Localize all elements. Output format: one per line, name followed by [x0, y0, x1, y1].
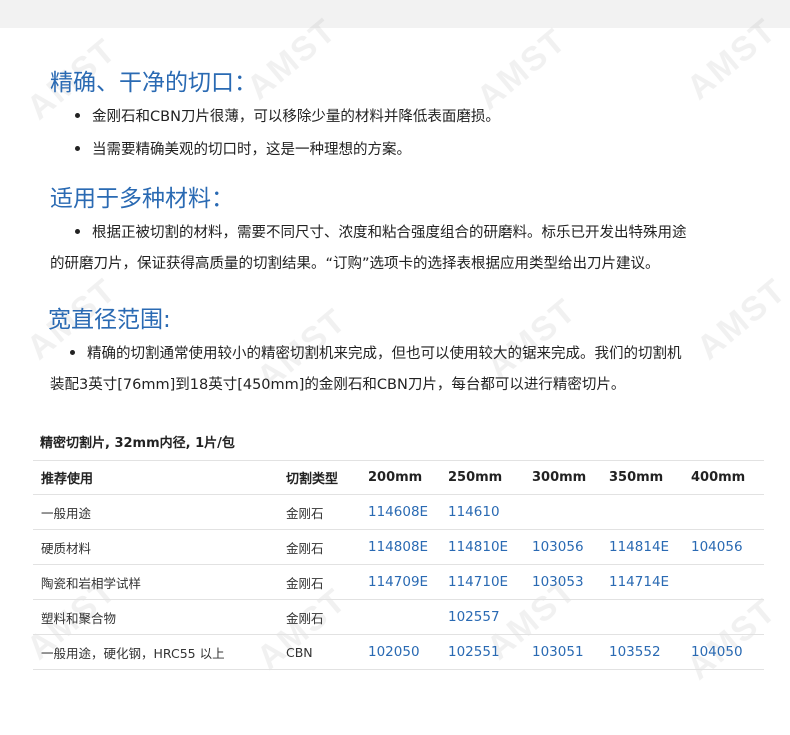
paragraph-line: 的研磨刀片，保证获得高质量的切割结果。“订购”选项卡的选择表根据应用类型给出刀片…: [50, 256, 660, 272]
column-header: 推荐使用: [33, 460, 278, 495]
top-bar: [0, 0, 790, 28]
part-number-link[interactable]: 103056: [524, 529, 601, 565]
part-number-link[interactable]: 114814E: [601, 529, 683, 565]
usage-cell: 硬质材料: [33, 529, 278, 565]
part-number-link[interactable]: 102050: [360, 634, 440, 670]
part-number-link[interactable]: [683, 564, 764, 600]
part-number-link[interactable]: 114810E: [440, 529, 524, 565]
bullet-icon: [75, 145, 80, 151]
table-row: 陶瓷和岩相学试样 金刚石 114709E 114710E 103053 1147…: [33, 564, 764, 600]
paragraph-line: 根据正被切割的材料，需要不同尺寸、浓度和粘合强度组合的研磨料。标乐已开发出特殊用…: [92, 225, 687, 241]
column-header: 切割类型: [278, 460, 360, 495]
part-number-link[interactable]: 114608E: [360, 494, 440, 530]
part-number-link[interactable]: 102551: [440, 634, 524, 670]
section-paragraph: 根据正被切割的材料，需要不同尺寸、浓度和粘合强度组合的研磨料。标乐已开发出特殊用…: [50, 218, 790, 280]
bullet-icon: [70, 349, 75, 355]
cut-type-cell: CBN: [278, 634, 360, 670]
part-number-link[interactable]: 114808E: [360, 529, 440, 565]
part-number-link[interactable]: 114710E: [440, 564, 524, 600]
table-row: 硬质材料 金刚石 114808E 114810E 103056 114814E …: [33, 529, 764, 565]
part-number-link[interactable]: [683, 599, 764, 635]
bullet-item: 当需要精确美观的切口时，这是一种理想的方案。: [75, 135, 790, 166]
part-number-link[interactable]: [601, 494, 683, 530]
paragraph-line: 精确的切割通常使用较小的精密切割机来完成，但也可以使用较大的锯来完成。我们的切割…: [87, 346, 682, 362]
part-number-link[interactable]: 102557: [440, 599, 524, 635]
bullet-item: 金刚石和CBN刀片很薄，可以移除少量的材料并降低表面磨损。: [75, 102, 790, 133]
part-number-link[interactable]: [360, 599, 440, 635]
part-number-link[interactable]: 104056: [683, 529, 764, 565]
blade-selection-table: 推荐使用 切割类型 200mm 250mm 300mm 350mm 400mm …: [33, 460, 764, 670]
bullet-icon: [75, 228, 80, 234]
part-number-link[interactable]: [524, 494, 601, 530]
column-header: 250mm: [440, 460, 524, 495]
table-caption: 精密切割片, 32mm内径, 1片/包: [40, 436, 235, 451]
cut-type-cell: 金刚石: [278, 529, 360, 565]
usage-cell: 一般用途，硬化钢，HRC55 以上: [33, 634, 278, 670]
paragraph-line: 装配3英寸[76mm]到18英寸[450mm]的金刚石和CBN刀片，每台都可以进…: [50, 377, 626, 393]
bullet-text: 当需要精确美观的切口时，这是一种理想的方案。: [92, 142, 411, 158]
section-precise-cut: 精确、干净的切口： 金刚石和CBN刀片很薄，可以移除少量的材料并降低表面磨损。 …: [0, 68, 790, 166]
table-row: 一般用途，硬化钢，HRC55 以上 CBN 102050 102551 1030…: [33, 634, 764, 670]
table-header-row: 推荐使用 切割类型 200mm 250mm 300mm 350mm 400mm: [33, 460, 764, 495]
part-number-link[interactable]: 114709E: [360, 564, 440, 600]
usage-cell: 塑料和聚合物: [33, 599, 278, 635]
part-number-link[interactable]: [601, 599, 683, 635]
cut-type-cell: 金刚石: [278, 494, 360, 530]
cut-type-cell: 金刚石: [278, 564, 360, 600]
part-number-link[interactable]: [524, 599, 601, 635]
cut-type-cell: 金刚石: [278, 599, 360, 635]
bullet-icon: [75, 112, 80, 118]
usage-cell: 一般用途: [33, 494, 278, 530]
part-number-link[interactable]: [683, 494, 764, 530]
section-heading: 宽直径范围:: [48, 307, 171, 333]
usage-cell: 陶瓷和岩相学试样: [33, 564, 278, 600]
part-number-link[interactable]: 104050: [683, 634, 764, 670]
bullet-text: 金刚石和CBN刀片很薄，可以移除少量的材料并降低表面磨损。: [92, 109, 500, 125]
section-heading: 精确、干净的切口：: [50, 70, 257, 96]
column-header: 300mm: [524, 460, 601, 495]
section-materials: 适用于多种材料： 根据正被切割的材料，需要不同尺寸、浓度和粘合强度组合的研磨料。…: [0, 184, 790, 280]
column-header: 200mm: [360, 460, 440, 495]
part-number-link[interactable]: 103552: [601, 634, 683, 670]
table-row: 一般用途 金刚石 114608E 114610: [33, 494, 764, 530]
table-row: 塑料和聚合物 金刚石 102557: [33, 599, 764, 635]
part-number-link[interactable]: 114714E: [601, 564, 683, 600]
section-heading: 适用于多种材料：: [50, 186, 234, 212]
section-paragraph: 精确的切割通常使用较小的精密切割机来完成，但也可以使用较大的锯来完成。我们的切割…: [50, 339, 790, 401]
column-header: 350mm: [601, 460, 683, 495]
column-header: 400mm: [683, 460, 764, 495]
section-diameter-range: 宽直径范围: 精确的切割通常使用较小的精密切割机来完成，但也可以使用较大的锯来完…: [0, 305, 790, 401]
part-number-link[interactable]: 114610: [440, 494, 524, 530]
part-number-link[interactable]: 103051: [524, 634, 601, 670]
part-number-link[interactable]: 103053: [524, 564, 601, 600]
